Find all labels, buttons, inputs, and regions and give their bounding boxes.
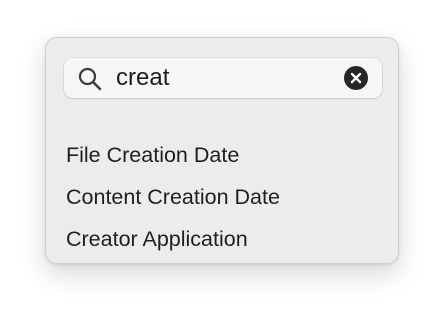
search-results-list: File Creation Date Content Creation Date… [66, 134, 386, 260]
search-input[interactable] [116, 64, 326, 92]
clear-search-button[interactable] [344, 66, 368, 90]
search-field[interactable] [64, 58, 382, 98]
result-item-content-creation-date[interactable]: Content Creation Date [66, 176, 386, 218]
search-icon [77, 66, 103, 92]
close-icon [350, 72, 362, 84]
result-item-file-creation-date[interactable]: File Creation Date [66, 134, 386, 176]
attribute-search-popover: File Creation Date Content Creation Date… [45, 37, 399, 264]
result-item-creator-application[interactable]: Creator Application [66, 218, 386, 260]
